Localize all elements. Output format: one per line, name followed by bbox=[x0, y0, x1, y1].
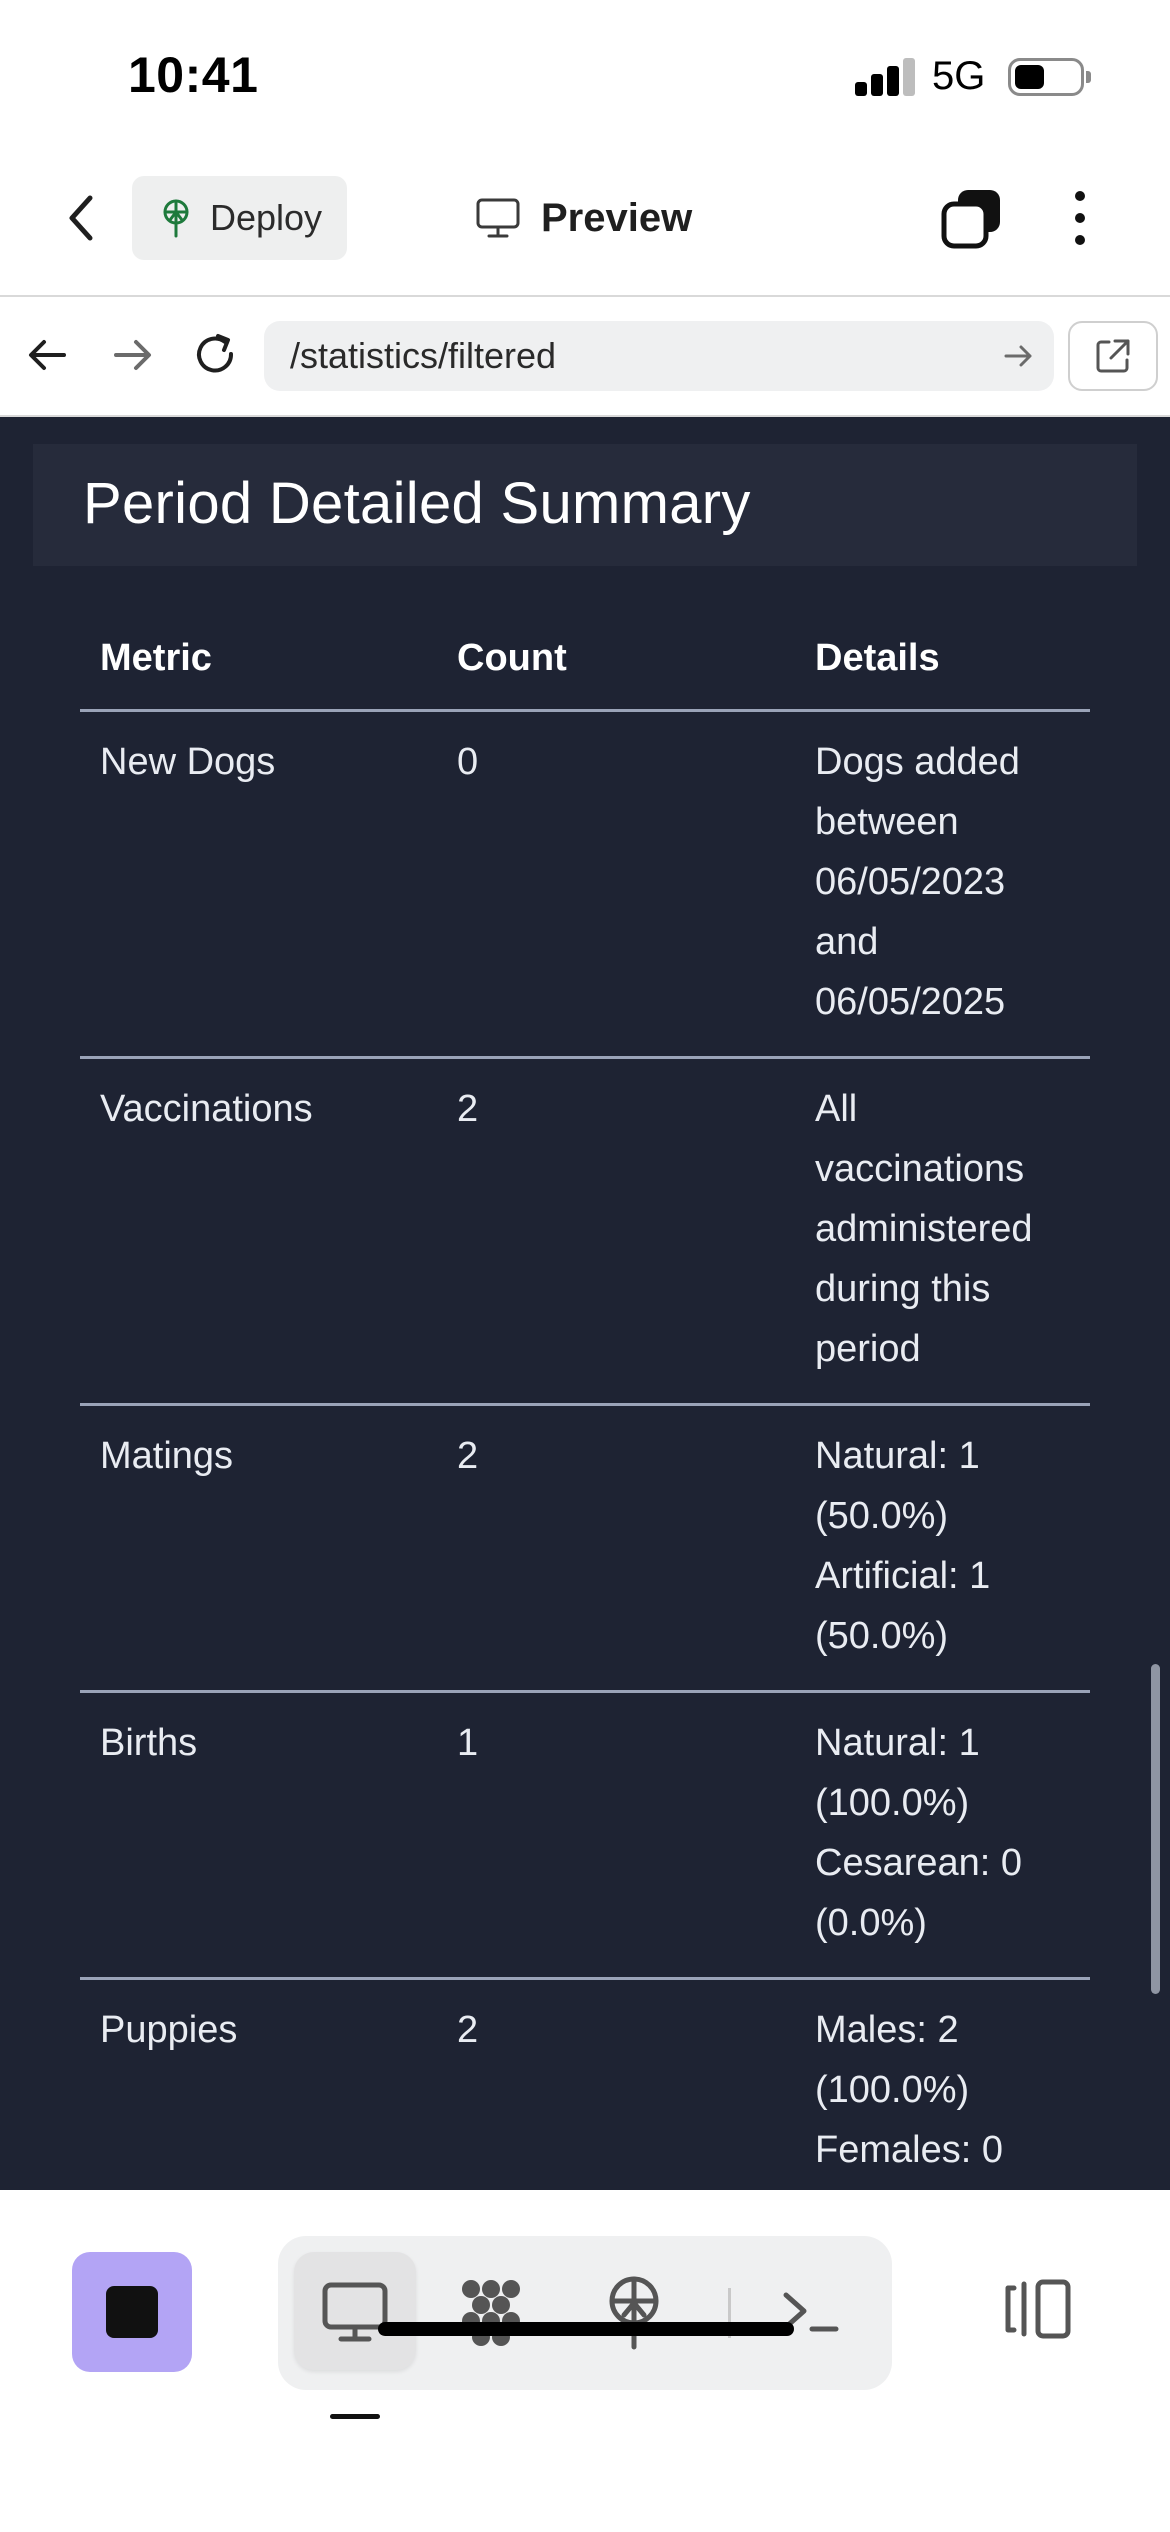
url-text: /statistics/filtered bbox=[290, 335, 557, 376]
selected-tab-indicator bbox=[330, 2414, 380, 2419]
modules-icon[interactable] bbox=[451, 2273, 531, 2353]
go-arrow-icon[interactable] bbox=[1000, 338, 1036, 374]
network-type: 5G bbox=[932, 54, 986, 98]
summary-table: Metric Count Details New Dogs 0 Dogs add… bbox=[80, 617, 1090, 2190]
back-chevron-icon[interactable] bbox=[58, 188, 108, 248]
table-row: Births 1 Natural: 1 (100.0%) Cesarean: 0… bbox=[80, 1693, 1090, 1980]
summary-card-header: Period Detailed Summary bbox=[33, 444, 1137, 566]
deploy-label: Deploy bbox=[210, 197, 323, 238]
details-cell: All vaccinations administered during thi… bbox=[815, 1088, 1033, 1370]
forward-arrow-icon[interactable] bbox=[104, 327, 160, 383]
scrollbar[interactable] bbox=[1151, 1664, 1160, 1994]
back-arrow-icon[interactable] bbox=[20, 327, 76, 383]
url-input[interactable]: /statistics/filtered bbox=[264, 321, 1054, 391]
deploy-button[interactable]: Deploy bbox=[132, 176, 347, 260]
details-cell: Dogs added between 06/05/2023 and 06/05/… bbox=[815, 741, 1020, 1023]
table-row: Puppies 2 Males: 2 (100.0%) Females: 0 (… bbox=[80, 1980, 1090, 2190]
preview-title[interactable]: Preview bbox=[475, 186, 692, 250]
count-cell: 2 bbox=[457, 2009, 479, 2051]
page-content: Period Detailed Summary Metric Count Det… bbox=[0, 417, 1170, 2190]
table-header: Metric Count Details bbox=[80, 617, 1090, 712]
desktop-preview-icon bbox=[322, 2282, 388, 2342]
details-cell: Natural: 1 (100.0%) Cesarean: 0 (0.0%) bbox=[815, 1722, 1023, 1944]
tabs-icon[interactable] bbox=[940, 186, 1004, 250]
tool-desktop-preview[interactable] bbox=[294, 2252, 416, 2370]
column-header-metric: Metric bbox=[100, 637, 212, 679]
stop-icon bbox=[106, 2286, 158, 2338]
preview-label: Preview bbox=[541, 195, 693, 240]
battery-icon bbox=[1008, 58, 1091, 96]
details-cell: Natural: 1 (50.0%) Artificial: 1 (50.0%) bbox=[815, 1435, 991, 1657]
deploy-icon[interactable] bbox=[594, 2273, 674, 2353]
count-cell: 2 bbox=[457, 1435, 479, 1477]
table-row: Vaccinations 2 All vaccinations administ… bbox=[80, 1059, 1090, 1406]
count-cell: 1 bbox=[457, 1722, 479, 1764]
home-indicator bbox=[378, 2322, 794, 2336]
count-cell: 0 bbox=[457, 741, 479, 783]
metric-cell: Puppies bbox=[100, 2009, 238, 2051]
tool-switcher bbox=[278, 2236, 892, 2390]
more-options-icon[interactable] bbox=[1062, 186, 1098, 250]
stop-button[interactable] bbox=[72, 2252, 192, 2372]
table-row: Matings 2 Natural: 1 (50.0%) Artificial:… bbox=[80, 1406, 1090, 1693]
column-header-count: Count bbox=[457, 637, 567, 679]
reload-icon[interactable] bbox=[188, 327, 244, 383]
column-header-details: Details bbox=[815, 637, 940, 679]
external-link-icon bbox=[1096, 339, 1130, 373]
open-external-button[interactable] bbox=[1068, 321, 1158, 391]
signal-icon bbox=[855, 58, 917, 96]
page-title: Period Detailed Summary bbox=[83, 471, 751, 536]
details-cell: Males: 2 (100.0%) Females: 0 (0.0%) bbox=[815, 2009, 1003, 2190]
metric-cell: New Dogs bbox=[100, 741, 276, 783]
url-bar: /statistics/filtered bbox=[0, 295, 1170, 417]
count-cell: 2 bbox=[457, 1088, 479, 1130]
status-bar: 10:41 5G bbox=[0, 0, 1170, 150]
metric-cell: Births bbox=[100, 1722, 198, 1764]
layout-switch-icon[interactable] bbox=[1000, 2276, 1076, 2342]
app-top-bar: Deploy Preview bbox=[0, 150, 1170, 295]
bottom-toolbar bbox=[0, 2190, 1170, 2532]
terminal-icon[interactable] bbox=[772, 2273, 852, 2353]
app-screen: 10:41 5G Deploy Preview /statistics/filt… bbox=[0, 0, 1170, 2532]
table-row: New Dogs 0 Dogs added between 06/05/2023… bbox=[80, 712, 1090, 1059]
deploy-icon bbox=[163, 199, 189, 238]
monitor-icon bbox=[476, 198, 520, 238]
status-time: 10:41 bbox=[128, 47, 259, 103]
metric-cell: Matings bbox=[100, 1435, 234, 1477]
metric-cell: Vaccinations bbox=[100, 1088, 313, 1130]
